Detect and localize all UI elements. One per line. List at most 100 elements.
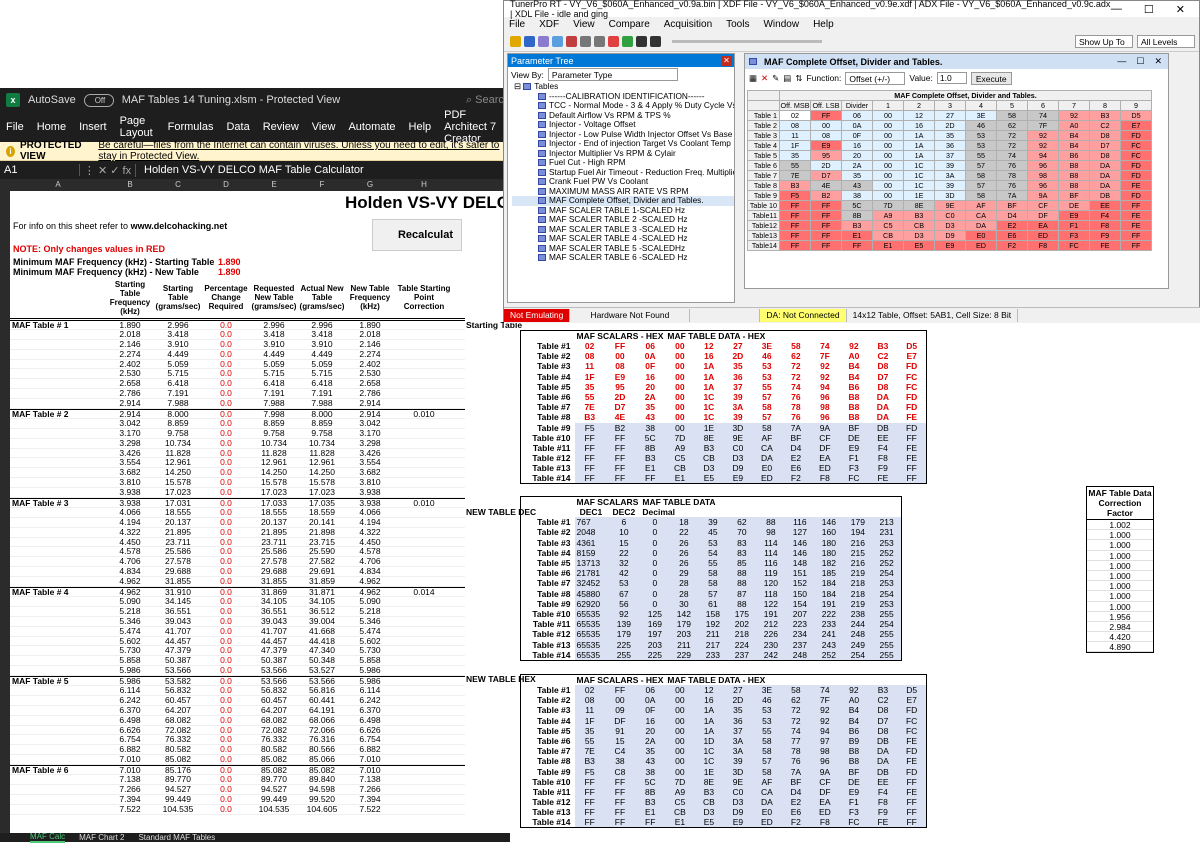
value-cell[interactable]: 58: [752, 402, 782, 413]
value-cell[interactable]: FF: [604, 786, 636, 798]
value-cell[interactable]: 15: [607, 537, 641, 548]
data-cell[interactable]: 0.0: [202, 410, 250, 418]
tree-item[interactable]: Injector - Voltage Offset: [512, 120, 734, 130]
data-cell[interactable]: 1.890: [106, 321, 154, 329]
data-cell[interactable]: 2.146: [346, 340, 394, 349]
data-cell[interactable]: 15.578: [298, 478, 346, 487]
data-cell[interactable]: 8.859: [154, 419, 202, 428]
data-cell[interactable]: 6.114: [346, 686, 394, 695]
correction-cell[interactable]: [394, 518, 454, 527]
data-cell[interactable]: 6.242: [346, 696, 394, 705]
value-cell[interactable]: 150: [785, 588, 815, 599]
data-cell[interactable]: 4.962: [346, 577, 394, 586]
value-cell[interactable]: 146: [785, 537, 815, 548]
value-cell[interactable]: FF: [604, 453, 636, 464]
value-cell[interactable]: C0: [723, 786, 753, 798]
data-cell[interactable]: 5.059: [154, 360, 202, 369]
data-cell[interactable]: 0.0: [202, 379, 250, 388]
grid-cell[interactable]: 43: [841, 180, 873, 191]
value-cell[interactable]: 97: [810, 735, 840, 747]
value-cell[interactable]: 20: [635, 381, 666, 392]
data-cell[interactable]: 89.840: [298, 775, 346, 784]
column-header[interactable]: D: [202, 180, 250, 189]
correction-cell[interactable]: [394, 369, 454, 378]
grid-cell[interactable]: FF: [779, 210, 811, 221]
value-cell[interactable]: F4: [868, 786, 898, 798]
data-cell[interactable]: 0.0: [202, 607, 250, 616]
grid-cell[interactable]: 94: [1027, 150, 1059, 161]
data-cell[interactable]: 5.346: [106, 617, 154, 626]
value-cell[interactable]: 7F: [810, 351, 840, 362]
value-cell[interactable]: EE: [868, 432, 898, 443]
data-cell[interactable]: 5.346: [346, 617, 394, 626]
tunerpro-menu-item[interactable]: Help: [813, 19, 834, 30]
value-cell[interactable]: 72: [781, 371, 811, 382]
tunerpro-menu-item[interactable]: File: [509, 19, 525, 30]
value-cell[interactable]: 38: [604, 756, 636, 767]
value-cell[interactable]: 65535: [574, 649, 608, 661]
data-cell[interactable]: 5.730: [106, 646, 154, 655]
grid-cell[interactable]: D3: [934, 220, 966, 231]
data-cell[interactable]: 3.938: [346, 488, 394, 497]
value-cell[interactable]: 2D: [723, 351, 753, 362]
grid-cell[interactable]: E5: [903, 240, 935, 251]
grid-cell[interactable]: FF: [779, 240, 811, 251]
value-cell[interactable]: 139: [607, 619, 641, 630]
data-cell[interactable]: 53.566: [154, 666, 202, 675]
value-cell[interactable]: 3D: [723, 422, 753, 433]
value-cell[interactable]: B4: [839, 361, 869, 372]
grid-cell[interactable]: A0: [1058, 120, 1090, 131]
grid-cell[interactable]: 00: [872, 160, 904, 171]
data-cell[interactable]: 104.605: [298, 805, 346, 814]
value-cell[interactable]: DF: [810, 786, 840, 798]
data-cell[interactable]: 25.586: [154, 547, 202, 556]
value-cell[interactable]: 94: [810, 725, 840, 736]
grid-cell[interactable]: D9: [934, 230, 966, 241]
grid-cell[interactable]: CF: [1027, 200, 1059, 211]
value-cell[interactable]: FF: [604, 473, 636, 484]
data-cell[interactable]: 5.715: [154, 369, 202, 378]
data-cell[interactable]: 0.0: [202, 785, 250, 794]
value-cell[interactable]: DA: [868, 756, 898, 767]
data-cell[interactable]: 0.0: [202, 538, 250, 547]
value-cell[interactable]: F9: [868, 463, 898, 474]
value-cell[interactable]: 3A: [723, 735, 753, 747]
value-cell[interactable]: 5C: [635, 776, 666, 787]
grid-cell[interactable]: 53: [965, 140, 997, 151]
value-cell[interactable]: D9: [723, 463, 753, 474]
value-cell[interactable]: E6: [781, 463, 811, 474]
value-cell[interactable]: 35: [635, 402, 666, 413]
value-cell[interactable]: 62: [781, 351, 811, 362]
value-cell[interactable]: 1C: [694, 746, 724, 757]
grid-cell[interactable]: FF: [810, 200, 842, 211]
grid-cell[interactable]: 8E: [903, 200, 935, 211]
data-cell[interactable]: 5.474: [106, 627, 154, 636]
value-cell[interactable]: 1C: [694, 756, 724, 767]
data-cell[interactable]: 0.0: [202, 696, 250, 705]
value-cell[interactable]: 0: [640, 588, 670, 599]
correction-cell[interactable]: [394, 557, 454, 566]
data-cell[interactable]: 0.0: [202, 706, 250, 715]
correction-cell[interactable]: [394, 577, 454, 586]
value-cell[interactable]: B2: [604, 422, 636, 433]
value-cell[interactable]: 87: [727, 588, 757, 599]
grid-cell[interactable]: BF: [996, 200, 1028, 211]
grid-cell[interactable]: 2D: [810, 160, 842, 171]
ribbon-tab[interactable]: Review: [263, 121, 299, 133]
value-cell[interactable]: FF: [604, 685, 636, 696]
value-cell[interactable]: ED: [810, 807, 840, 818]
correction-cell[interactable]: [394, 637, 454, 646]
close-icon[interactable]: ✕: [1176, 3, 1185, 16]
value-cell[interactable]: 179: [669, 619, 699, 630]
data-cell[interactable]: 6.754: [346, 735, 394, 744]
value-cell[interactable]: 43: [635, 412, 666, 423]
grid-cell[interactable]: 35: [779, 150, 811, 161]
value-cell[interactable]: F3: [839, 463, 869, 474]
grid-cell[interactable]: E9: [1058, 210, 1090, 221]
data-cell[interactable]: 17.023: [250, 488, 298, 497]
value-cell[interactable]: 7D: [665, 432, 695, 443]
tree-item[interactable]: MAF SCALER TABLE 1-SCALED Hz: [512, 206, 734, 216]
value-cell[interactable]: 00: [665, 351, 695, 362]
correction-cell[interactable]: [394, 617, 454, 626]
minimize-icon[interactable]: —: [1111, 3, 1122, 16]
